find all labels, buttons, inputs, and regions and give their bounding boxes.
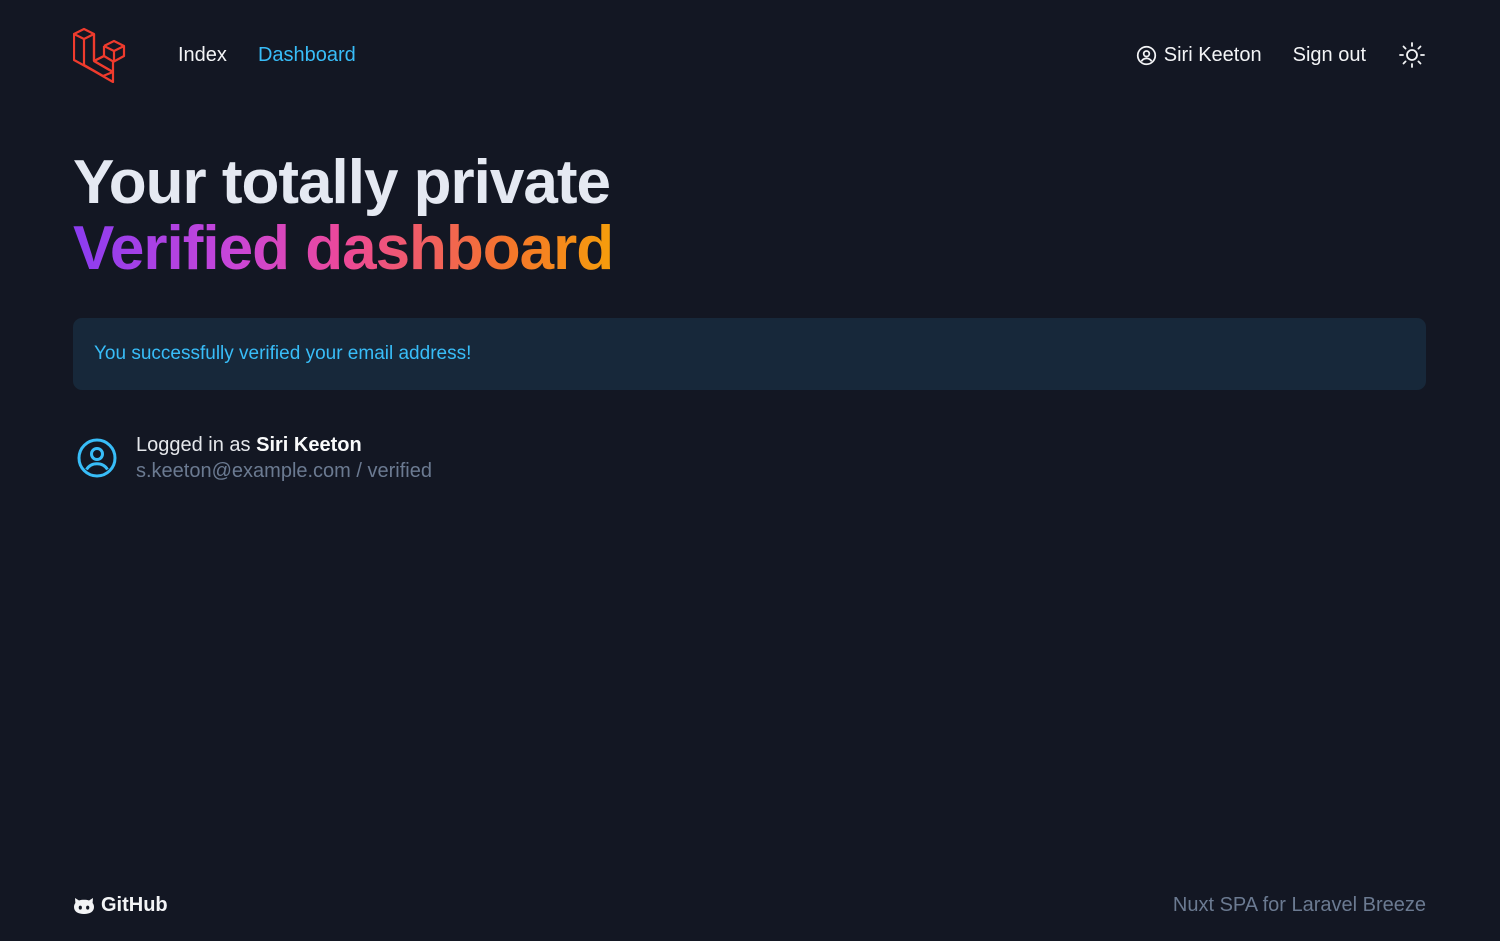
success-alert: You successfully verified your email add… <box>73 318 1426 390</box>
nav-link-dashboard[interactable]: Dashboard <box>258 44 356 67</box>
page: Index Dashboard Siri Keeton Sign out You… <box>0 0 1500 941</box>
title-line-primary: Your totally private <box>73 148 611 217</box>
navbar-right: Siri Keeton Sign out <box>1136 41 1426 69</box>
title-line-gradient: Verified dashboard <box>73 216 614 286</box>
alert-message: You successfully verified your email add… <box>94 343 472 364</box>
verification-status: verified <box>367 460 432 482</box>
footer: GitHub Nuxt SPA for Laravel Breeze <box>73 888 1426 922</box>
laravel-logo-icon[interactable] <box>73 27 127 83</box>
email-status-line: s.keeton@example.com / verified <box>136 458 432 484</box>
sign-out-button[interactable]: Sign out <box>1293 44 1366 67</box>
user-circle-icon <box>77 438 117 478</box>
github-label: GitHub <box>101 893 168 916</box>
logged-in-name: Siri Keeton <box>256 434 362 456</box>
user-info-text: Logged in as Siri Keeton s.keeton@exampl… <box>136 432 432 484</box>
logged-in-user-info: Logged in as Siri Keeton s.keeton@exampl… <box>76 432 432 484</box>
footer-note: Nuxt SPA for Laravel Breeze <box>1172 893 1426 916</box>
user-circle-icon <box>1136 45 1156 65</box>
github-icon <box>74 898 94 914</box>
page-title: Your totally private Verified dashboard <box>73 148 614 286</box>
user-email: s.keeton@example.com <box>136 460 351 482</box>
user-name-label: Siri Keeton <box>1163 43 1262 66</box>
sun-icon <box>1399 42 1425 68</box>
theme-toggle-button[interactable] <box>1398 41 1426 69</box>
logged-in-prefix: Logged in as <box>136 434 257 456</box>
logged-in-line: Logged in as Siri Keeton <box>136 432 432 458</box>
email-separator: / <box>350 460 368 482</box>
top-navbar: Index Dashboard Siri Keeton Sign out <box>73 24 1426 86</box>
nav-link-index[interactable]: Index <box>178 44 227 67</box>
navbar-left: Index Dashboard <box>73 27 387 83</box>
user-profile-link[interactable]: Siri Keeton <box>1136 44 1262 67</box>
github-link[interactable]: GitHub <box>73 894 168 917</box>
